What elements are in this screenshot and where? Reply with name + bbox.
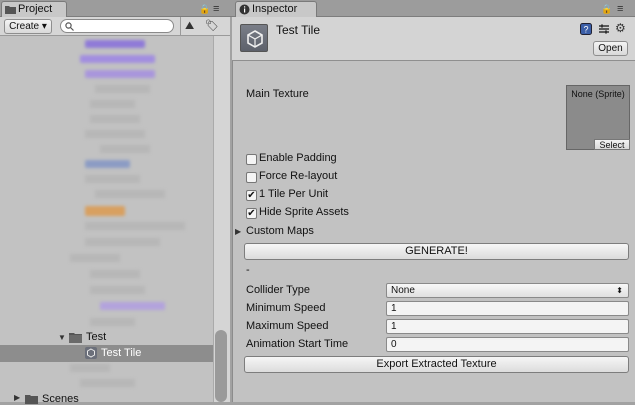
collider-type-dropdown[interactable]: None ⬍ (386, 283, 629, 298)
triangle-icon[interactable]: ▶ (235, 227, 241, 236)
generate-button[interactable]: GENERATE! (244, 243, 629, 260)
triangle-icon[interactable]: ▶ (14, 393, 20, 402)
folder-icon (25, 395, 38, 404)
custom-maps-foldout[interactable]: Custom Maps (246, 225, 314, 237)
tab-inspector[interactable]: Inspector (235, 1, 317, 17)
main-texture-label: Main Texture (246, 88, 309, 100)
hide-sprite-assets-label: Hide Sprite Assets (259, 206, 349, 218)
unity-logo-icon (85, 347, 97, 359)
tab-bar (0, 0, 635, 17)
list-item[interactable] (90, 115, 140, 123)
preset-icon[interactable] (598, 23, 610, 35)
list-item[interactable] (85, 160, 130, 168)
list-item[interactable] (85, 206, 125, 216)
folder-icon (5, 6, 16, 14)
list-item[interactable] (90, 318, 135, 326)
main-texture-value: None (Sprite) (571, 89, 625, 99)
tab-inspector-label: Inspector (252, 3, 298, 15)
tree-item-scenes[interactable]: Scenes (42, 393, 79, 405)
force-relayout-label: Force Re-layout (259, 170, 338, 182)
unity-logo-icon (247, 30, 263, 48)
tile-per-unit-checkbox[interactable]: ✔ (246, 190, 257, 201)
asset-preview-icon (240, 24, 268, 52)
list-item[interactable] (80, 55, 155, 63)
info-icon (239, 4, 250, 15)
maximum-speed-label: Maximum Speed (246, 320, 329, 332)
minimum-speed-label: Minimum Speed (246, 302, 326, 314)
tree-item-test-tile[interactable]: Test Tile (101, 347, 141, 359)
tab-project[interactable]: Project (1, 1, 67, 17)
list-item[interactable] (85, 40, 145, 48)
hide-sprite-assets-checkbox[interactable]: ✔ (246, 208, 257, 219)
asset-title: Test Tile (276, 23, 321, 37)
select-button[interactable]: Select (594, 139, 630, 150)
list-item[interactable] (90, 270, 140, 278)
triangle-icon[interactable]: ▼ (58, 333, 66, 342)
maximum-speed-field[interactable]: 1 (386, 319, 629, 334)
list-item[interactable] (100, 145, 150, 153)
force-relayout-checkbox[interactable] (246, 172, 257, 183)
list-item[interactable] (85, 222, 185, 230)
separator-dash: - (246, 264, 250, 276)
animation-start-time-field[interactable]: 0 (386, 337, 629, 352)
open-button[interactable]: Open (593, 41, 628, 56)
search-icon (65, 22, 74, 31)
lock-icon[interactable]: 🔒 (199, 3, 210, 15)
list-item[interactable] (70, 254, 120, 262)
tag-icon[interactable]: 🏷 (205, 20, 219, 32)
tile-per-unit-label: 1 Tile Per Unit (259, 188, 329, 200)
collider-type-label: Collider Type (246, 284, 310, 296)
gear-icon[interactable]: ⚙ (615, 22, 626, 34)
animation-start-time-label: Animation Start Time (246, 338, 349, 350)
list-item[interactable] (85, 130, 145, 138)
menu-icon[interactable]: ≡ (617, 3, 623, 15)
help-icon[interactable]: ? (580, 23, 592, 35)
list-item[interactable] (85, 175, 140, 183)
tree-item-test[interactable]: Test (86, 331, 106, 343)
toolbar-divider (180, 17, 181, 36)
svg-text:?: ? (583, 25, 588, 35)
enable-padding-label: Enable Padding (259, 152, 337, 164)
list-item[interactable] (95, 85, 150, 93)
create-button[interactable]: Create ▾ (4, 19, 52, 34)
list-item[interactable] (80, 379, 135, 387)
folder-icon (69, 333, 82, 343)
create-button-label: Create (9, 21, 40, 32)
lock-icon[interactable]: 🔒 (601, 3, 612, 15)
minimum-speed-field[interactable]: 1 (386, 301, 629, 316)
enable-padding-checkbox[interactable] (246, 154, 257, 165)
tab-project-label: Project (18, 3, 53, 15)
list-item[interactable] (85, 238, 160, 246)
collider-type-value: None (391, 285, 415, 296)
dropdown-arrow-icon: ⬍ (616, 286, 623, 295)
list-item[interactable] (90, 100, 135, 108)
filter-icon[interactable]: ⛰ (185, 20, 194, 32)
menu-icon[interactable]: ≡ (213, 3, 219, 15)
list-item[interactable] (90, 286, 145, 294)
list-item[interactable] (95, 190, 165, 198)
list-item[interactable] (100, 302, 165, 310)
search-input[interactable] (60, 19, 174, 33)
list-item[interactable] (85, 70, 155, 78)
project-scrollbar-thumb[interactable] (215, 330, 227, 402)
export-extracted-texture-button[interactable]: Export Extracted Texture (244, 356, 629, 373)
list-item[interactable] (70, 364, 110, 372)
